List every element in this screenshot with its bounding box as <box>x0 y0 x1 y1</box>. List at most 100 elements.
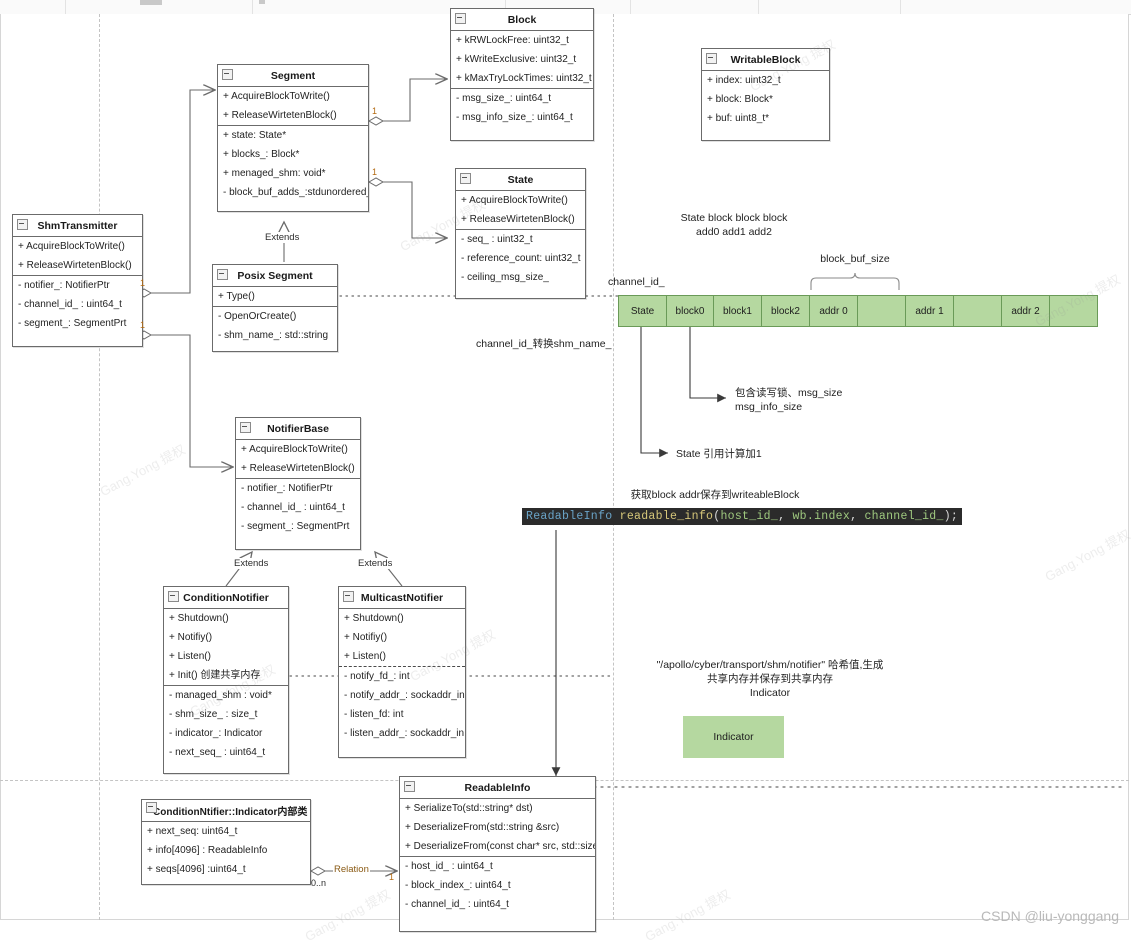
memory-cell[interactable] <box>954 296 1002 326</box>
code-sep: , <box>850 510 865 523</box>
multiplicity-relation-one: 1 <box>389 872 395 882</box>
class-segment-methods: + AcquireBlockToWrite() + ReleaseWirtete… <box>218 87 368 126</box>
multiplicity-segment-state: 1 <box>372 167 378 177</box>
edge-label-relation: Relation <box>333 864 370 875</box>
code-arg-wb-index: wb.index <box>792 510 851 523</box>
collapse-icon[interactable] <box>460 173 471 184</box>
toolbar-chip-small[interactable] <box>259 0 265 4</box>
class-member: + menaged_shm: void* <box>223 168 326 179</box>
class-segment[interactable]: Segment + AcquireBlockToWrite() + Releas… <box>217 64 369 212</box>
class-indicator-inner[interactable]: ConditionNtifier::Indicator内部类 + next_se… <box>141 799 311 885</box>
edge-label-extends-condition: Extends <box>233 558 270 569</box>
class-member: + kRWLockFree: uint32_t <box>456 35 569 46</box>
class-block-public: + kRWLockFree: uint32_t + kWriteExclusiv… <box>451 31 593 89</box>
edge-label-extends-segment: Extends <box>264 232 301 243</box>
class-shmtransmitter-title: ShmTransmitter <box>37 219 118 232</box>
class-indicator-inner-header: ConditionNtifier::Indicator内部类 <box>142 800 310 822</box>
class-member: + Notifiy() <box>344 632 388 643</box>
class-member: + AcquireBlockToWrite() <box>461 195 568 206</box>
class-block-private: - msg_size_: uint64_t - msg_info_size_: … <box>451 89 593 127</box>
class-member: - OpenOrCreate() <box>218 311 297 322</box>
class-member: + buf: uint8_t* <box>707 113 769 124</box>
memory-cell[interactable]: addr 2 <box>1002 296 1050 326</box>
memory-cell[interactable]: block0 <box>667 296 714 326</box>
class-conditionnotifier[interactable]: ConditionNotifier + Shutdown() + Notifiy… <box>163 586 289 774</box>
class-shmtransmitter[interactable]: ShmTransmitter + AcquireBlockToWrite() +… <box>12 214 143 347</box>
collapse-icon[interactable] <box>706 53 717 64</box>
memory-cell[interactable]: addr 1 <box>906 296 954 326</box>
class-writableblock[interactable]: WritableBlock + index: uint32_t + block:… <box>701 48 830 141</box>
class-member: - block_index_: uint64_t <box>405 880 511 891</box>
class-notifierbase[interactable]: NotifierBase + AcquireBlockToWrite() + R… <box>235 417 361 550</box>
memory-cell[interactable]: State <box>619 296 667 326</box>
collapse-icon[interactable] <box>240 422 251 433</box>
class-indicator-inner-title: ConditionNtifier::Indicator内部类 <box>153 807 308 818</box>
collapse-icon[interactable] <box>404 781 415 792</box>
class-conditionnotifier-header: ConditionNotifier <box>164 587 288 609</box>
shm-memory-strip[interactable]: State block0 block1 block2 addr 0 addr 1… <box>618 295 1098 327</box>
note-state-refcount: State 引用计算加1 <box>676 448 762 460</box>
memory-cell[interactable]: addr 0 <box>810 296 858 326</box>
code-arg-channel-id: channel_id_ <box>864 510 944 523</box>
class-member: - block_buf_adds_:stdunordered_ <box>223 187 368 198</box>
class-member: - listen_addr_: sockaddr_in <box>344 728 465 739</box>
class-readableinfo[interactable]: ReadableInfo + SerializeTo(std::string* … <box>399 776 596 932</box>
class-member: + AcquireBlockToWrite() <box>18 241 125 252</box>
collapse-icon[interactable] <box>17 219 28 230</box>
class-notifierbase-header: NotifierBase <box>236 418 360 440</box>
code-snippet[interactable]: ReadableInfo readable_info(host_id_, wb.… <box>522 508 963 525</box>
class-block-header: Block <box>451 9 593 31</box>
memory-cell[interactable]: block2 <box>762 296 810 326</box>
class-member: - segment_: SegmentPrt <box>18 318 127 329</box>
collapse-icon[interactable] <box>146 802 157 813</box>
collapse-icon[interactable] <box>343 591 354 602</box>
class-posixsegment-methods: + Type() <box>213 287 337 307</box>
toolbar-chip[interactable] <box>140 0 162 5</box>
page-guide-vertical <box>99 14 100 920</box>
memory-cell[interactable] <box>1050 296 1097 326</box>
class-state[interactable]: State + AcquireBlockToWrite() + ReleaseW… <box>455 168 586 299</box>
class-state-header: State <box>456 169 585 191</box>
memory-channelid-label: channel_id_ <box>608 276 665 288</box>
indicator-box[interactable]: Indicator <box>683 716 784 758</box>
class-segment-header: Segment <box>218 65 368 87</box>
collapse-icon[interactable] <box>168 591 179 602</box>
class-member: - managed_shm : void* <box>169 690 272 701</box>
class-posixsegment[interactable]: Posix Segment + Type() - OpenOrCreate() … <box>212 264 338 352</box>
note-indicator: "/apollo/cyber/transport/shm/notifier" 哈… <box>656 659 884 699</box>
class-member: + Listen() <box>169 651 211 662</box>
code-arg-host-id: host_id_ <box>720 510 779 523</box>
class-member: - msg_size_: uint64_t <box>456 93 552 104</box>
class-multicastnotifier[interactable]: MulticastNotifier + Shutdown() + Notifiy… <box>338 586 466 758</box>
class-conditionnotifier-title: ConditionNotifier <box>183 591 269 604</box>
class-block[interactable]: Block + kRWLockFree: uint32_t + kWriteEx… <box>450 8 594 141</box>
class-multicastnotifier-fields: - notify_fd_: int - notify_addr_: sockad… <box>339 666 465 743</box>
class-member: - listen_fd: int <box>344 709 404 720</box>
class-notifierbase-methods: + AcquireBlockToWrite() + ReleaseWirtete… <box>236 440 360 479</box>
class-member: - shm_name_: std::string <box>218 330 329 341</box>
collapse-icon[interactable] <box>217 269 228 280</box>
class-member: + DeserializeFrom(const char* src, std::… <box>405 841 595 852</box>
class-readableinfo-header: ReadableInfo <box>400 777 595 799</box>
collapse-icon[interactable] <box>455 13 466 24</box>
class-block-title: Block <box>507 13 537 26</box>
class-member: - seq_ : uint32_t <box>461 234 533 245</box>
class-member: + kWriteExclusive: uint32_t <box>456 54 577 65</box>
class-member: + blocks_: Block* <box>223 149 300 160</box>
memory-bufsize-label: block_buf_size <box>820 253 890 265</box>
class-member: + seqs[4096] :uint64_t <box>147 864 246 875</box>
note-shm-name: channel_id_转换shm_name_ <box>476 338 612 350</box>
class-member: - segment_: SegmentPrt <box>241 521 350 532</box>
memory-cell[interactable]: block1 <box>714 296 762 326</box>
memory-cell[interactable] <box>858 296 906 326</box>
edge-label-extends-multicast: Extends <box>357 558 394 569</box>
class-member: + AcquireBlockToWrite() <box>223 91 330 102</box>
class-member: + Shutdown() <box>169 613 229 624</box>
class-readableinfo-methods: + SerializeTo(std::string* dst) + Deseri… <box>400 799 595 857</box>
class-member: - indicator_: Indicator <box>169 728 263 739</box>
diagram-canvas: Block + kRWLockFree: uint32_t + kWriteEx… <box>0 0 1131 944</box>
class-posixsegment-title: Posix Segment <box>237 269 313 282</box>
class-state-fields: - seq_ : uint32_t - reference_count: uin… <box>456 230 585 287</box>
class-member: + Type() <box>218 291 255 302</box>
collapse-icon[interactable] <box>222 69 233 80</box>
